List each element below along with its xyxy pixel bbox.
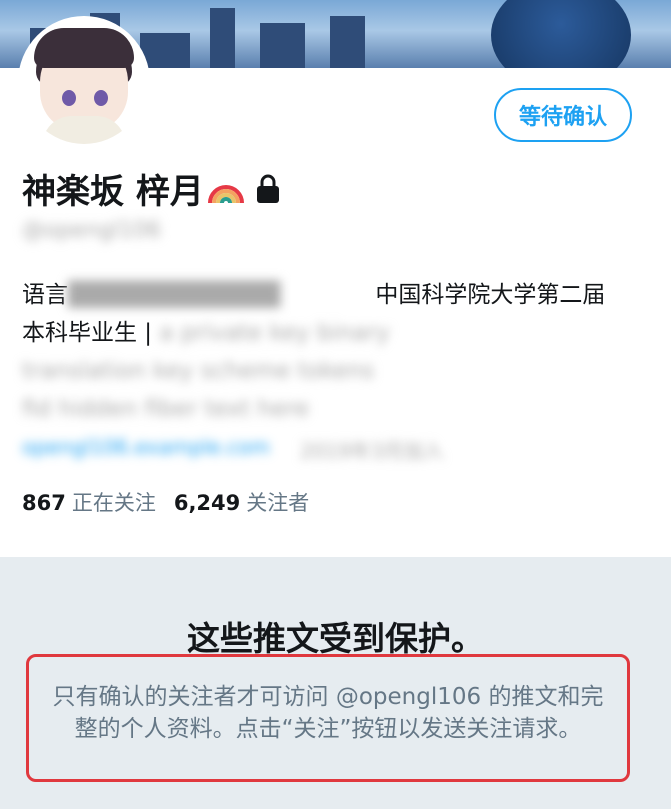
banner-building <box>330 16 365 68</box>
avatar[interactable] <box>22 20 146 144</box>
following-count: 867 <box>22 491 66 515</box>
lock-icon <box>256 174 279 203</box>
avatar-bangs <box>34 28 134 68</box>
followers-stat[interactable]: 6,249 关注者 <box>174 487 309 517</box>
rainbow-icon <box>207 184 244 203</box>
joined-date: 2019年3月加入 <box>299 439 444 463</box>
followers-count: 6,249 <box>173 491 241 515</box>
bio-line: translation key scheme tokens <box>22 358 375 384</box>
bio-blurred: a private key binary <box>159 320 390 346</box>
avatar-eye <box>94 90 108 106</box>
banner-building <box>260 23 305 68</box>
bio-text: 中国科学院大学第二届 <box>375 282 606 308</box>
protected-title: 这些推文受到保护。 <box>187 619 484 658</box>
following-label: 正在关注 <box>71 491 156 515</box>
profile-meta: opengl106.example.com 2019年3月加入 <box>22 435 443 464</box>
bio-text: 语言 <box>22 282 68 308</box>
bio-line: 语言████████████ 中国科学院大学第二届 <box>22 282 606 308</box>
banner-figure <box>491 0 631 68</box>
bio-line: fid hidden fiber text here <box>22 396 310 422</box>
banner-building <box>140 33 190 68</box>
profile-link[interactable]: opengl106.example.com <box>22 435 270 464</box>
followers-label: 关注者 <box>246 491 310 515</box>
protected-message: 只有确认的关注者才可访问 @opengl106 的推文和完整的个人资料。点击“关… <box>26 654 630 782</box>
avatar-eye <box>62 90 76 106</box>
bio-line: 本科毕业生 | a private key binary <box>22 314 642 352</box>
banner-building <box>210 8 235 68</box>
bio-text: 本科毕业生 | <box>22 320 153 346</box>
handle: @opengl106 <box>22 218 161 243</box>
profile-stats: 867 正在关注 6,249 关注者 <box>22 487 309 517</box>
display-name-text: 神楽坂 梓月 <box>22 172 204 212</box>
following-stat[interactable]: 867 正在关注 <box>22 487 156 517</box>
display-name: 神楽坂 梓月 <box>22 164 282 213</box>
pending-follow-button[interactable]: 等待确认 <box>494 88 632 142</box>
profile-bio: 语言████████████ 中国科学院大学第二届 本科毕业生 | a priv… <box>22 276 642 428</box>
